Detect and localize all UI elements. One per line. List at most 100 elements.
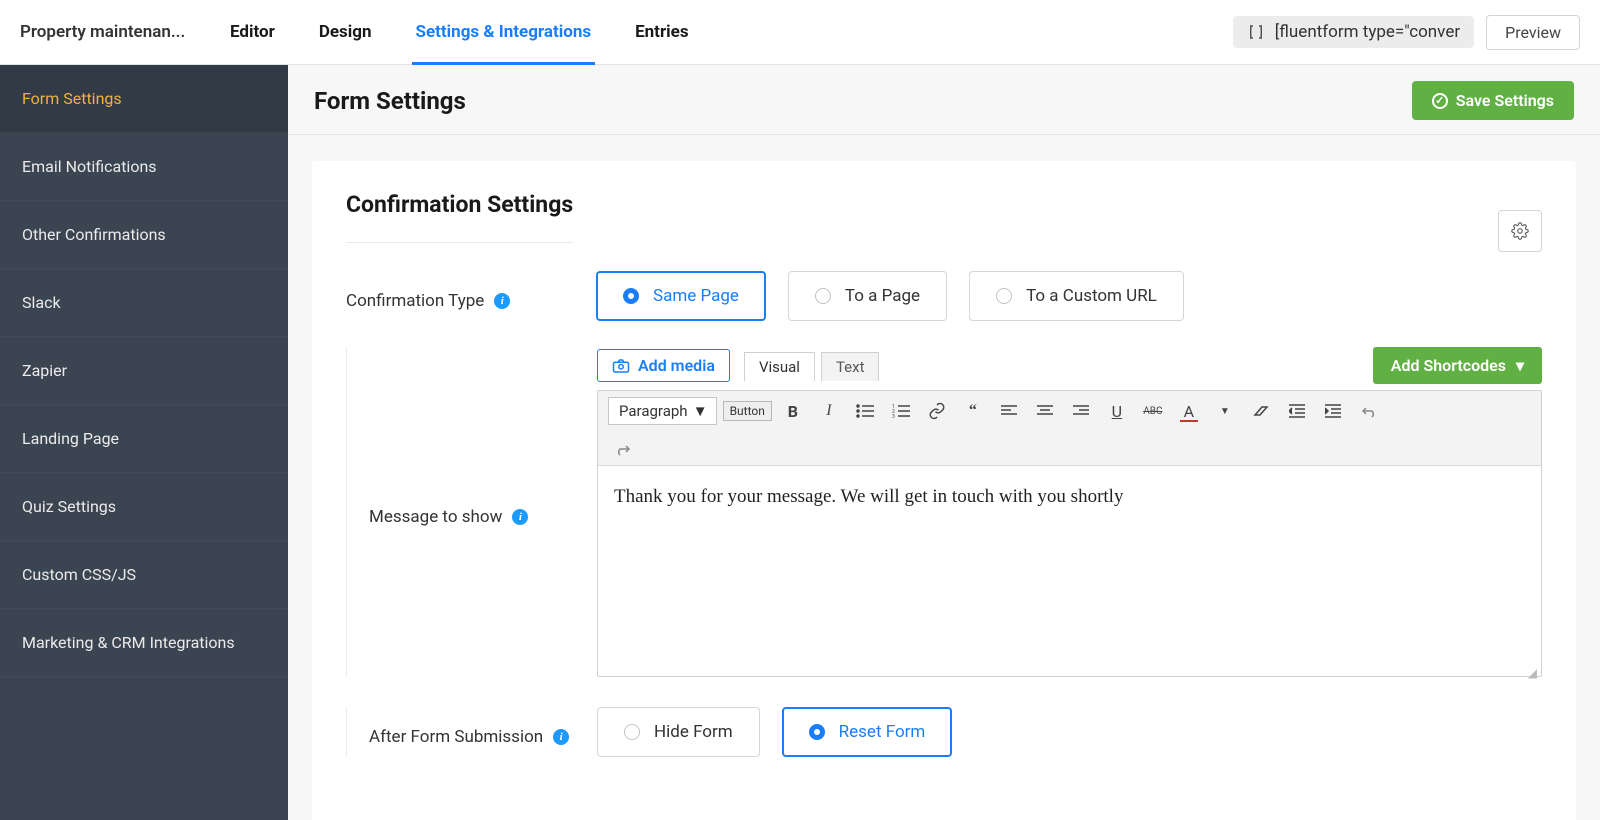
confirmation-type-label-text: Confirmation Type xyxy=(346,291,484,311)
after-submission-options: Hide Form Reset Form xyxy=(597,707,952,757)
wysiwyg-editor: Paragraph ▼ Button B I 123 xyxy=(597,390,1542,677)
shortcode-display[interactable]: [fluentform type="conver xyxy=(1233,16,1474,48)
option-label: To a Page xyxy=(845,286,920,306)
after-submission-row: After Form Submission i Hide Form Reset … xyxy=(346,707,1542,757)
section-settings-button[interactable] xyxy=(1498,210,1542,252)
align-right-icon xyxy=(1073,405,1089,417)
add-shortcodes-label: Add Shortcodes xyxy=(1391,356,1506,375)
italic-button[interactable]: I xyxy=(814,397,844,425)
shortcode-icon xyxy=(1247,23,1265,41)
indent-icon xyxy=(1325,404,1341,418)
align-center-icon xyxy=(1037,405,1053,417)
confirmation-type-custom-url[interactable]: To a Custom URL xyxy=(969,271,1184,321)
radio-icon xyxy=(815,288,831,304)
top-bar: Property maintenan... Editor Design Sett… xyxy=(0,0,1600,65)
sidebar-item-email-notifications[interactable]: Email Notifications xyxy=(0,133,288,201)
option-label: To a Custom URL xyxy=(1026,286,1157,306)
shortcode-text: [fluentform type="conver xyxy=(1275,22,1460,42)
radio-icon xyxy=(809,724,825,740)
insert-button-button[interactable]: Button xyxy=(723,401,772,421)
settings-sidebar: Form Settings Email Notifications Other … xyxy=(0,65,288,820)
top-tabs: Editor Design Settings & Integrations En… xyxy=(208,0,711,64)
redo-button[interactable] xyxy=(608,435,638,463)
message-editor-input[interactable]: Thank you for your message. We will get … xyxy=(598,466,1541,666)
blockquote-button[interactable]: “ xyxy=(958,397,988,425)
eraser-icon xyxy=(1252,404,1270,418)
tab-editor[interactable]: Editor xyxy=(208,0,297,64)
sidebar-item-custom-css-js[interactable]: Custom CSS/JS xyxy=(0,541,288,609)
camera-icon xyxy=(612,358,630,374)
save-settings-button[interactable]: ✓ Save Settings xyxy=(1412,81,1574,120)
after-submission-reset-form[interactable]: Reset Form xyxy=(782,707,953,757)
text-color-dropdown[interactable]: ▼ xyxy=(1210,397,1240,425)
info-icon[interactable]: i xyxy=(512,509,528,525)
option-label: Same Page xyxy=(653,286,739,306)
sidebar-item-quiz-settings[interactable]: Quiz Settings xyxy=(0,473,288,541)
main-panel: Form Settings ✓ Save Settings Confirmati… xyxy=(288,65,1600,820)
add-media-label: Add media xyxy=(638,356,715,375)
text-color-button[interactable]: A xyxy=(1174,397,1204,425)
option-label: Reset Form xyxy=(839,722,926,742)
align-left-button[interactable] xyxy=(994,397,1024,425)
sidebar-item-marketing-crm[interactable]: Marketing & CRM Integrations xyxy=(0,609,288,677)
add-shortcodes-button[interactable]: Add Shortcodes ▾ xyxy=(1373,347,1542,384)
gear-icon xyxy=(1511,222,1529,240)
form-name: Property maintenan... xyxy=(20,22,200,42)
info-icon[interactable]: i xyxy=(494,293,510,309)
align-right-button[interactable] xyxy=(1066,397,1096,425)
message-label-text: Message to show xyxy=(369,507,502,527)
page-header: Form Settings ✓ Save Settings xyxy=(288,65,1600,135)
link-button[interactable] xyxy=(922,397,952,425)
tab-settings-integrations[interactable]: Settings & Integrations xyxy=(394,0,614,64)
sidebar-item-slack[interactable]: Slack xyxy=(0,269,288,337)
info-icon[interactable]: i xyxy=(553,729,569,745)
undo-icon xyxy=(1360,404,1378,418)
sidebar-item-form-settings[interactable]: Form Settings xyxy=(0,65,288,133)
underline-button[interactable]: U xyxy=(1102,397,1132,425)
clear-formatting-button[interactable] xyxy=(1246,397,1276,425)
redo-icon xyxy=(614,442,632,456)
confirmation-settings-card: Confirmation Settings Confirmation Type … xyxy=(312,161,1576,820)
bullet-list-button[interactable] xyxy=(850,397,880,425)
outdent-button[interactable] xyxy=(1282,397,1312,425)
page-title: Form Settings xyxy=(314,87,466,115)
radio-icon xyxy=(624,724,640,740)
editor-tab-text[interactable]: Text xyxy=(821,352,880,381)
undo-button[interactable] xyxy=(1354,397,1384,425)
align-left-icon xyxy=(1001,405,1017,417)
check-icon: ✓ xyxy=(1432,93,1448,109)
bold-button[interactable]: B xyxy=(778,397,808,425)
editor-tab-visual[interactable]: Visual xyxy=(744,352,815,381)
link-icon xyxy=(928,402,946,420)
chevron-down-icon: ▾ xyxy=(1516,356,1524,375)
confirmation-type-to-page[interactable]: To a Page xyxy=(788,271,947,321)
save-settings-label: Save Settings xyxy=(1456,91,1554,110)
message-to-show-row: Message to show i Add media Visual Text xyxy=(346,347,1542,677)
sidebar-item-landing-page[interactable]: Landing Page xyxy=(0,405,288,473)
resize-grip-icon[interactable]: ◢ xyxy=(598,666,1541,676)
tab-design[interactable]: Design xyxy=(297,0,394,64)
numbered-list-button[interactable]: 123 xyxy=(886,397,916,425)
add-media-button[interactable]: Add media xyxy=(597,349,730,382)
strikethrough-button[interactable]: ABC xyxy=(1138,397,1168,425)
option-label: Hide Form xyxy=(654,722,733,742)
confirmation-type-label: Confirmation Type i xyxy=(346,271,596,321)
editor-top-controls: Add media Visual Text Add Shortcodes ▾ xyxy=(597,347,1542,384)
radio-icon xyxy=(996,288,1012,304)
after-submission-label-text: After Form Submission xyxy=(369,727,543,747)
align-center-button[interactable] xyxy=(1030,397,1060,425)
chevron-down-icon: ▼ xyxy=(693,402,708,420)
sidebar-item-other-confirmations[interactable]: Other Confirmations xyxy=(0,201,288,269)
confirmation-type-same-page[interactable]: Same Page xyxy=(596,271,766,321)
confirmation-type-row: Confirmation Type i Same Page To a Page … xyxy=(346,271,1542,321)
message-label: Message to show i xyxy=(369,347,597,677)
sidebar-item-zapier[interactable]: Zapier xyxy=(0,337,288,405)
paragraph-format-select[interactable]: Paragraph ▼ xyxy=(608,397,717,425)
preview-button[interactable]: Preview xyxy=(1486,15,1580,50)
indent-button[interactable] xyxy=(1318,397,1348,425)
tab-entries[interactable]: Entries xyxy=(613,0,710,64)
editor-toolbar: Paragraph ▼ Button B I 123 xyxy=(598,391,1541,466)
svg-text:3: 3 xyxy=(892,414,895,418)
after-submission-hide-form[interactable]: Hide Form xyxy=(597,707,760,757)
bullet-list-icon xyxy=(856,404,874,418)
